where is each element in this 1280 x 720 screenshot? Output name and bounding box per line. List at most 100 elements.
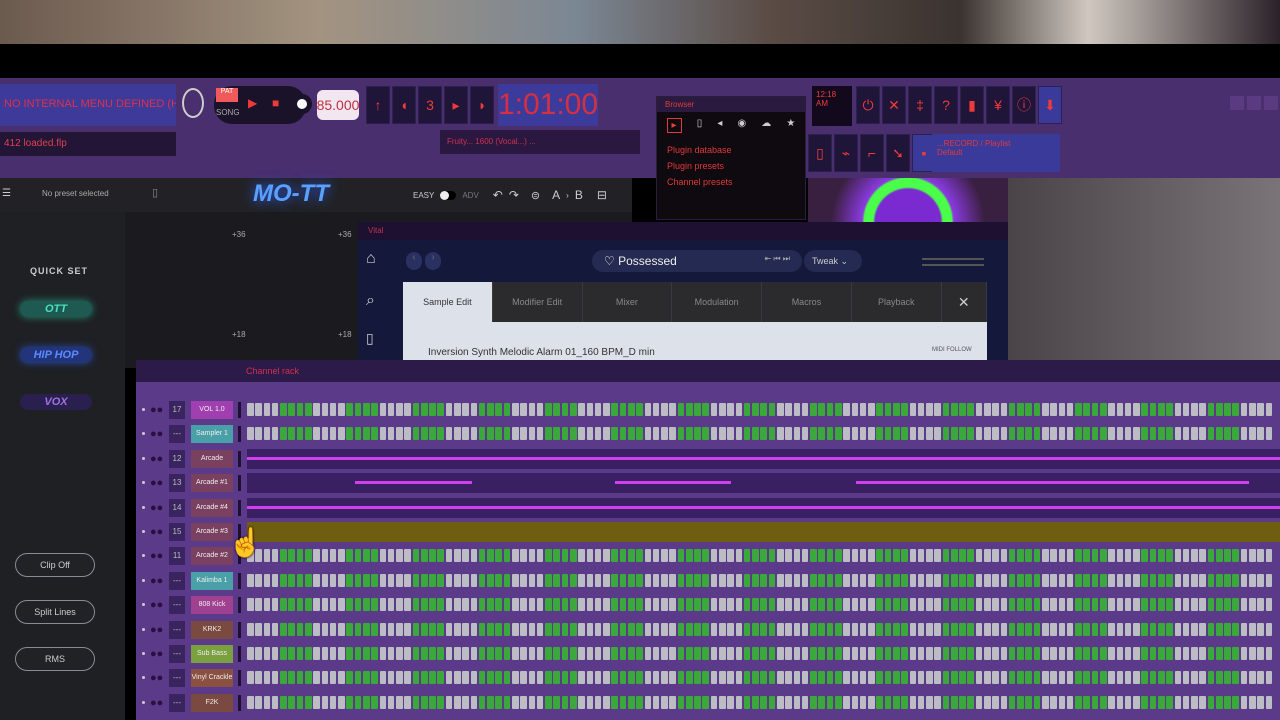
step-button[interactable]	[569, 573, 577, 587]
step-button[interactable]	[1108, 403, 1115, 416]
step-button[interactable]	[801, 427, 809, 441]
step-button[interactable]	[437, 573, 445, 587]
step-button[interactable]	[454, 573, 461, 587]
step-button[interactable]	[636, 573, 643, 587]
mixer-track-number[interactable]: 11	[169, 547, 185, 566]
step-button[interactable]	[975, 598, 983, 612]
channel-select[interactable]	[238, 572, 241, 589]
step-button[interactable]	[512, 573, 519, 587]
step-button[interactable]	[611, 647, 618, 660]
step-button[interactable]	[710, 427, 718, 441]
step-button[interactable]	[288, 622, 295, 636]
step-button[interactable]	[520, 695, 527, 709]
step-button[interactable]	[1050, 695, 1057, 709]
step-button[interactable]	[661, 403, 668, 416]
step-button[interactable]	[1174, 598, 1182, 612]
step-button[interactable]	[321, 695, 329, 709]
step-button[interactable]	[1008, 695, 1016, 709]
step-button[interactable]	[512, 403, 519, 416]
step-button[interactable]	[942, 695, 950, 709]
step-button[interactable]	[950, 647, 958, 660]
compare-icon[interactable]: ⊜	[531, 189, 540, 202]
channel-led[interactable]	[142, 603, 145, 607]
stop-button[interactable]: ■	[272, 96, 279, 110]
step-button[interactable]	[901, 695, 908, 709]
mixer-track-number[interactable]: 14	[169, 498, 185, 517]
tab-all-icon[interactable]: ▸	[666, 118, 682, 133]
step-button[interactable]	[1091, 549, 1099, 563]
step-button[interactable]	[652, 695, 660, 709]
step-button[interactable]	[586, 647, 594, 660]
step-button[interactable]	[536, 695, 544, 709]
step-button[interactable]	[975, 695, 983, 709]
channel-name-button[interactable]: Sampler 1	[191, 425, 233, 444]
step-button[interactable]	[1033, 695, 1041, 709]
tempo-display[interactable]: 85.000	[317, 90, 359, 120]
step-button[interactable]	[1249, 671, 1256, 685]
channel-select[interactable]	[238, 475, 241, 492]
step-button[interactable]	[834, 403, 842, 416]
step-button[interactable]	[1199, 598, 1206, 612]
step-button[interactable]	[627, 573, 635, 587]
step-button[interactable]	[528, 622, 536, 636]
step-button[interactable]	[1008, 598, 1016, 612]
step-button[interactable]	[1058, 671, 1066, 685]
split-lines-button[interactable]: Split Lines	[15, 600, 95, 624]
step-button[interactable]	[926, 549, 933, 563]
step-button[interactable]	[1075, 671, 1082, 685]
step-button[interactable]	[445, 647, 453, 660]
step-button[interactable]	[975, 403, 983, 416]
step-button[interactable]	[362, 427, 370, 441]
step-button[interactable]	[967, 671, 975, 685]
step-button[interactable]	[801, 573, 809, 587]
minimize-icon[interactable]	[1230, 96, 1244, 110]
step-button[interactable]	[826, 598, 834, 612]
step-button[interactable]	[1215, 647, 1223, 660]
step-button[interactable]	[959, 647, 966, 660]
step-button[interactable]	[586, 598, 594, 612]
step-button[interactable]	[859, 549, 867, 563]
step-button[interactable]	[296, 427, 304, 441]
step-button[interactable]	[644, 671, 652, 685]
step-button[interactable]	[644, 573, 652, 587]
power-icon[interactable]: ⏻	[856, 86, 880, 124]
step-button[interactable]	[901, 671, 908, 685]
step-button[interactable]	[520, 427, 527, 441]
pan-volume-knobs[interactable]: ●●	[150, 624, 163, 636]
channel-led[interactable]	[142, 700, 145, 704]
step-button[interactable]	[1199, 622, 1206, 636]
step-button[interactable]	[644, 598, 652, 612]
step-button[interactable]	[1033, 549, 1041, 563]
step-button[interactable]	[760, 549, 768, 563]
step-button[interactable]	[404, 598, 411, 612]
step-button[interactable]	[470, 549, 478, 563]
step-button[interactable]	[1042, 427, 1049, 441]
step-button[interactable]	[677, 573, 685, 587]
step-button[interactable]	[818, 622, 825, 636]
step-button[interactable]	[304, 671, 312, 685]
step-button[interactable]	[826, 622, 834, 636]
step-button[interactable]	[1149, 622, 1157, 636]
step-button[interactable]	[652, 427, 660, 441]
step-button[interactable]	[727, 671, 734, 685]
step-button[interactable]	[1249, 403, 1256, 416]
step-button[interactable]	[967, 622, 975, 636]
step-button[interactable]	[247, 403, 254, 416]
step-button[interactable]	[1240, 647, 1248, 660]
step-button[interactable]	[586, 695, 594, 709]
channel-select[interactable]	[238, 621, 241, 638]
step-button[interactable]	[1008, 573, 1016, 587]
step-button[interactable]	[702, 671, 710, 685]
step-button[interactable]	[255, 403, 262, 416]
step-button[interactable]	[462, 549, 469, 563]
step-icon[interactable]: 3	[418, 86, 442, 124]
step-button[interactable]	[917, 647, 925, 660]
step-button[interactable]	[1033, 647, 1041, 660]
step-button[interactable]	[288, 598, 295, 612]
step-button[interactable]	[909, 403, 917, 416]
step-button[interactable]	[338, 549, 345, 563]
channel-name-button[interactable]: Arcade #4	[191, 498, 233, 517]
step-button[interactable]	[1116, 647, 1124, 660]
step-button[interactable]	[719, 695, 726, 709]
step-button[interactable]	[487, 598, 494, 612]
